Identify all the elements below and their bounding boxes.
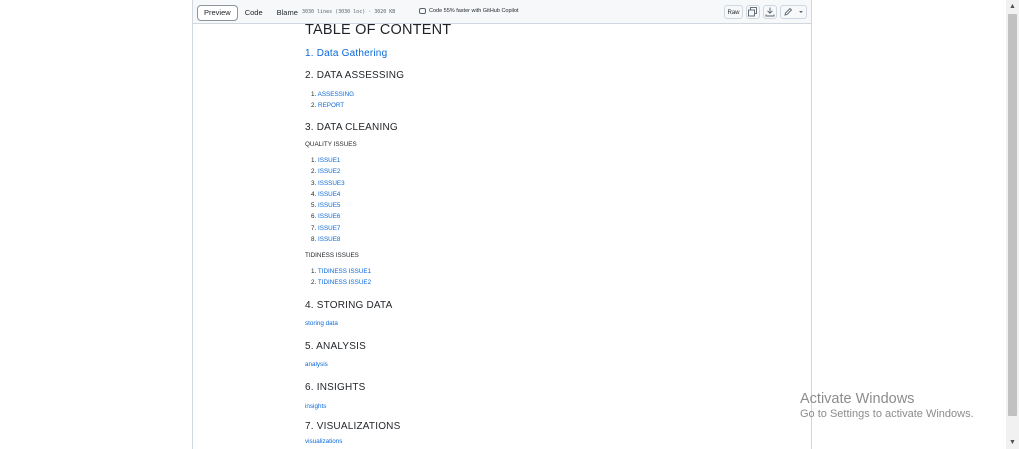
list-item[interactable]: 7. ISSUE7	[311, 223, 345, 234]
list-item[interactable]: 2. REPORT	[311, 100, 354, 111]
section-heading: 4. STORING DATA	[305, 300, 393, 311]
list-item[interactable]: 2. TIDINESS ISSUE2	[311, 277, 371, 288]
watermark-subtitle: Go to Settings to activate Windows.	[800, 408, 974, 420]
copilot-text: Code 55% faster with GitHub Copilot	[429, 8, 519, 14]
section-heading: 7. VISUALIZATIONS	[305, 421, 401, 432]
section-heading: 6. INSIGHTS	[305, 382, 366, 393]
chevron-down-icon[interactable]	[798, 9, 804, 15]
scrollbar-thumb[interactable]	[1008, 14, 1017, 416]
list-item[interactable]: 4. ISSUE4	[311, 189, 345, 200]
section-heading: 3. DATA CLEANING	[305, 122, 398, 133]
section-heading: 5. ANALYSIS	[305, 341, 366, 352]
preview-tab[interactable]: Preview	[197, 5, 238, 21]
download-icon	[765, 7, 775, 17]
storing-data-link[interactable]: storing data	[305, 320, 338, 327]
visualizations-link[interactable]: visualizations	[305, 438, 342, 445]
list-item[interactable]: 3. ISSSUE3	[311, 178, 345, 189]
quality-issues-list: 1. ISSUE1 2. ISSUE2 3. ISSSUE3 4. ISSUE4…	[311, 155, 345, 245]
edit-button[interactable]	[780, 5, 807, 19]
group-label: QUALITY ISSUES	[305, 141, 357, 148]
file-toolbar: Preview Code Blame 3030 lines (3030 loc)…	[193, 0, 811, 24]
copilot-icon	[419, 8, 426, 14]
page: Preview Code Blame 3030 lines (3030 loc)…	[0, 0, 1006, 449]
list-item[interactable]: 1. TIDINESS ISSUE1	[311, 266, 371, 277]
copilot-link[interactable]: Code 55% faster with GitHub Copilot	[419, 8, 519, 14]
section-heading: 1. Data Gathering	[305, 48, 387, 59]
section-heading: 2. DATA ASSESSING	[305, 70, 405, 81]
group-label: TIDINESS ISSUES	[305, 252, 359, 259]
analysis-link[interactable]: analysis	[305, 361, 328, 368]
list-item[interactable]: 1. ISSUE1	[311, 155, 345, 166]
view-switcher: Preview Code Blame	[197, 5, 305, 21]
download-button[interactable]	[763, 5, 777, 19]
code-tab[interactable]: Code	[238, 5, 270, 21]
pencil-icon	[784, 7, 793, 16]
copy-button[interactable]	[746, 5, 760, 19]
windows-activation-watermark: Activate Windows Go to Settings to activ…	[800, 391, 974, 420]
list-item[interactable]: 2. ISSUE2	[311, 166, 345, 177]
vertical-scrollbar[interactable]: ▲ ▼	[1006, 0, 1019, 449]
file-meta: 3030 lines (3030 loc) · 3020 KB	[302, 9, 396, 15]
tidiness-issues-list: 1. TIDINESS ISSUE1 2. TIDINESS ISSUE2	[311, 266, 371, 289]
scroll-down-icon[interactable]: ▼	[1006, 436, 1019, 449]
data-gathering-link[interactable]: 1. Data Gathering	[305, 48, 387, 59]
copy-icon	[748, 7, 757, 17]
list-item[interactable]: 5. ISSUE5	[311, 200, 345, 211]
page-title: TABLE OF CONTENT	[305, 22, 452, 38]
list-item[interactable]: 6. ISSUE6	[311, 211, 345, 222]
file-viewer: Preview Code Blame 3030 lines (3030 loc)…	[192, 0, 812, 449]
list-item[interactable]: 1. ASSESSING	[311, 89, 354, 100]
raw-button[interactable]: Raw	[724, 5, 743, 19]
watermark-title: Activate Windows	[800, 391, 915, 407]
scroll-up-icon[interactable]: ▲	[1006, 0, 1019, 13]
assessing-list: 1. ASSESSING 2. REPORT	[311, 89, 354, 112]
blame-tab[interactable]: Blame	[270, 5, 305, 21]
insights-link[interactable]: insights	[305, 403, 326, 410]
file-actions: Raw	[724, 5, 807, 19]
list-item[interactable]: 8. ISSUE8	[311, 234, 345, 245]
